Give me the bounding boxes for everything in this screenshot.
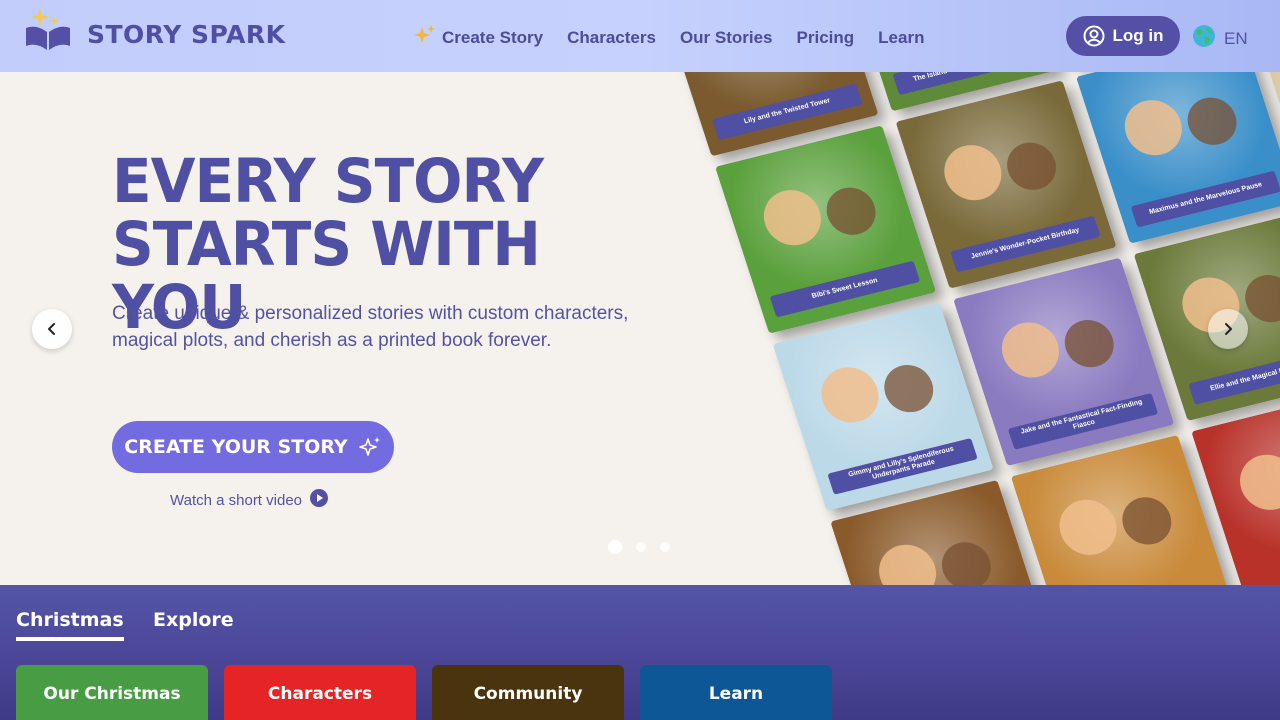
book-title: Maximus and the Marvelous Pause <box>1130 170 1280 228</box>
carousel-dot[interactable] <box>608 540 622 554</box>
book-cover[interactable]: Jake and the Fantastical Fact-Finding Fi… <box>953 257 1175 467</box>
character-illustration <box>820 182 882 240</box>
tab-explore[interactable]: Explore <box>153 609 234 637</box>
play-icon <box>310 489 329 511</box>
character-illustration <box>936 139 1009 207</box>
book-title: Jennie's Wonder-Pocket Birthday <box>950 215 1101 273</box>
character-illustration <box>814 361 886 429</box>
nav-characters[interactable]: Characters <box>567 28 656 48</box>
character-illustration <box>1116 492 1178 550</box>
book-title: Lily and the Twisted Tower <box>712 83 863 141</box>
hero-carousel: Lily and the Twisted TowerThe Island of … <box>0 72 1280 585</box>
site-header: STORY SPARK Create Story Characters Our … <box>0 0 1280 72</box>
brand-name: STORY SPARK <box>87 20 286 49</box>
cta-label: CREATE YOUR STORY <box>124 436 348 458</box>
book-title: Gimmy and Lilly's Splendiferous Underpan… <box>827 437 978 495</box>
book-title: Jake and the Fantastical Fact-Finding Fi… <box>1007 392 1159 450</box>
book-title: Bibi's Sweet Lesson <box>769 260 921 318</box>
headline-line-1: EVERY STORY <box>112 145 544 217</box>
character-illustration <box>1000 137 1063 195</box>
character-illustration <box>1117 94 1190 162</box>
globe-icon <box>1192 24 1216 53</box>
carousel-dots <box>608 540 684 554</box>
carousel-dot[interactable] <box>636 542 646 552</box>
carousel-prev-button[interactable] <box>32 309 72 349</box>
book-cover[interactable]: Jennie's Wonder-Pocket Birthday <box>895 80 1117 289</box>
carousel-dot[interactable] <box>660 542 670 552</box>
character-illustration <box>994 316 1067 384</box>
brand-logo[interactable]: STORY SPARK <box>24 6 285 52</box>
language-selector[interactable]: EN <box>1192 24 1248 53</box>
nav-our-stories[interactable]: Our Stories <box>680 28 773 48</box>
sparkle-icon <box>414 24 436 51</box>
chevron-left-icon <box>48 323 55 335</box>
character-illustration <box>878 359 940 418</box>
character-illustration <box>698 72 771 74</box>
watch-video-link[interactable]: Watch a short video <box>170 489 329 511</box>
login-label: Log in <box>1112 26 1164 45</box>
book-cover-grid: Lily and the Twisted TowerThe Island of … <box>600 72 1280 585</box>
sparkles-icon <box>358 437 380 456</box>
category-our-christmas[interactable]: Our Christmas <box>16 665 208 720</box>
nav-label: Create Story <box>442 27 544 47</box>
categories-section: Christmas Explore Our Christmas Characte… <box>0 585 1280 720</box>
character-illustration <box>935 537 998 585</box>
nav-pricing[interactable]: Pricing <box>797 28 855 48</box>
login-button[interactable]: Log in <box>1066 16 1180 56</box>
main-nav: Create Story Characters Our Stories Pric… <box>414 24 948 51</box>
book-sparkle-icon <box>24 6 72 52</box>
character-illustration <box>1232 448 1280 516</box>
category-characters[interactable]: Characters <box>224 665 416 720</box>
nav-create-story[interactable]: Create Story <box>414 24 543 51</box>
character-illustration <box>756 184 829 252</box>
carousel-next-button[interactable] <box>1208 309 1248 349</box>
character-illustration <box>1052 493 1124 561</box>
chevron-right-icon <box>1225 323 1232 335</box>
user-circle-icon <box>1083 25 1104 47</box>
tab-christmas[interactable]: Christmas <box>16 609 124 641</box>
video-label: Watch a short video <box>170 491 303 509</box>
character-illustration <box>1181 92 1243 150</box>
book-title: Ellie and the Magical Math Quest <box>1188 348 1280 405</box>
book-cover[interactable]: Bibi's Sweet Lesson <box>715 125 937 334</box>
hero-subtitle: Create unique & personalized stories wit… <box>112 303 629 351</box>
language-code: EN <box>1224 28 1248 48</box>
category-community[interactable]: Community <box>432 665 624 720</box>
category-learn[interactable]: Learn <box>640 665 832 720</box>
character-illustration <box>1058 314 1120 373</box>
nav-learn[interactable]: Learn <box>878 28 924 48</box>
create-your-story-button[interactable]: CREATE YOUR STORY <box>112 421 394 473</box>
character-illustration <box>871 538 944 585</box>
book-cover[interactable]: Gimmy and Lilly's Splendiferous Underpan… <box>772 302 994 512</box>
